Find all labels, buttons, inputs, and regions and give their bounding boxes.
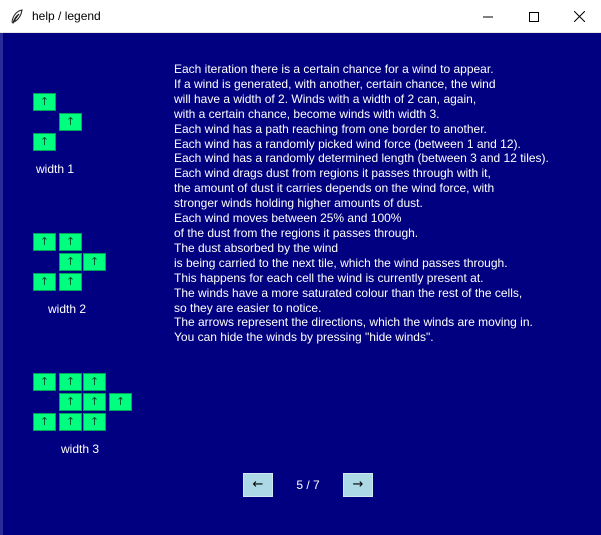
help-line: Each wind drags dust from regions it pas… <box>174 166 491 181</box>
help-line: will have a width of 2. Winds with a wid… <box>174 91 477 106</box>
help-text: Each iteration there is a certain chance… <box>174 62 594 345</box>
wind-cell: ↑ <box>109 393 132 411</box>
wind-cell: ↑ <box>59 373 82 391</box>
minimize-icon <box>483 16 493 17</box>
help-line: is being carried to the next tile, which… <box>174 255 508 270</box>
wind-cell: ↑ <box>33 413 56 431</box>
wind-cell: ↑ <box>83 253 106 271</box>
wind-cell: ↑ <box>33 93 56 111</box>
legend-label: width 2 <box>48 302 87 316</box>
feather-icon <box>11 9 23 24</box>
help-line: Each wind has a randomly determined leng… <box>174 151 549 166</box>
close-icon <box>573 11 585 22</box>
wind-cell: ↑ <box>59 253 82 271</box>
help-line: Each wind has a randomly picked wind for… <box>174 136 521 151</box>
minimize-button[interactable] <box>465 0 511 33</box>
help-line: Each wind moves between 25% and 100% <box>174 211 402 226</box>
help-line: Each iteration there is a certain chance… <box>174 62 494 76</box>
help-line: This happens for each cell the wind is c… <box>174 270 484 285</box>
close-button[interactable] <box>556 0 601 33</box>
legend-label: width 3 <box>61 442 100 456</box>
help-line: the amount of dust it carries depends on… <box>174 181 495 196</box>
wind-cell: ↑ <box>59 113 82 131</box>
help-line: stronger winds holding higher amounts of… <box>174 196 423 211</box>
wind-cell: ↑ <box>83 373 106 391</box>
help-line: The arrows represent the directions, whi… <box>174 315 533 330</box>
legend-label: width 1 <box>36 162 75 176</box>
wind-cell: ↑ <box>33 373 56 391</box>
wind-cell: ↑ <box>59 273 82 291</box>
wind-cell: ↑ <box>59 413 82 431</box>
maximize-button[interactable] <box>511 0 557 33</box>
help-line: The winds have a more saturated colour t… <box>174 285 523 300</box>
wind-cell: ↑ <box>33 233 56 251</box>
next-page-button[interactable]: → <box>343 473 373 497</box>
window-title: help / legend <box>32 9 101 23</box>
wind-cell: ↑ <box>59 233 82 251</box>
prev-page-button[interactable]: ← <box>243 473 273 497</box>
page-indicator: 5 / 7 <box>296 478 320 492</box>
help-line: The dust absorbed by the wind <box>174 240 339 255</box>
wind-cell: ↑ <box>83 413 106 431</box>
help-line: so they are easier to notice. <box>174 300 322 315</box>
help-line: Each wind has a path reaching from one b… <box>174 121 487 136</box>
window-left-edge <box>0 33 3 535</box>
title-bar: help / legend <box>0 0 601 33</box>
wind-cell: ↑ <box>33 273 56 291</box>
maximize-icon <box>529 11 539 22</box>
help-line: with a certain chance, become winds with… <box>174 106 440 121</box>
wind-cell: ↑ <box>59 393 82 411</box>
help-line: of the dust from the regions it passes t… <box>174 225 419 240</box>
help-line: If a wind is generated, with another, ce… <box>174 76 496 91</box>
wind-cell: ↑ <box>33 133 56 151</box>
help-line: You can hide the winds by pressing "hide… <box>174 330 434 345</box>
wind-cell: ↑ <box>83 393 106 411</box>
